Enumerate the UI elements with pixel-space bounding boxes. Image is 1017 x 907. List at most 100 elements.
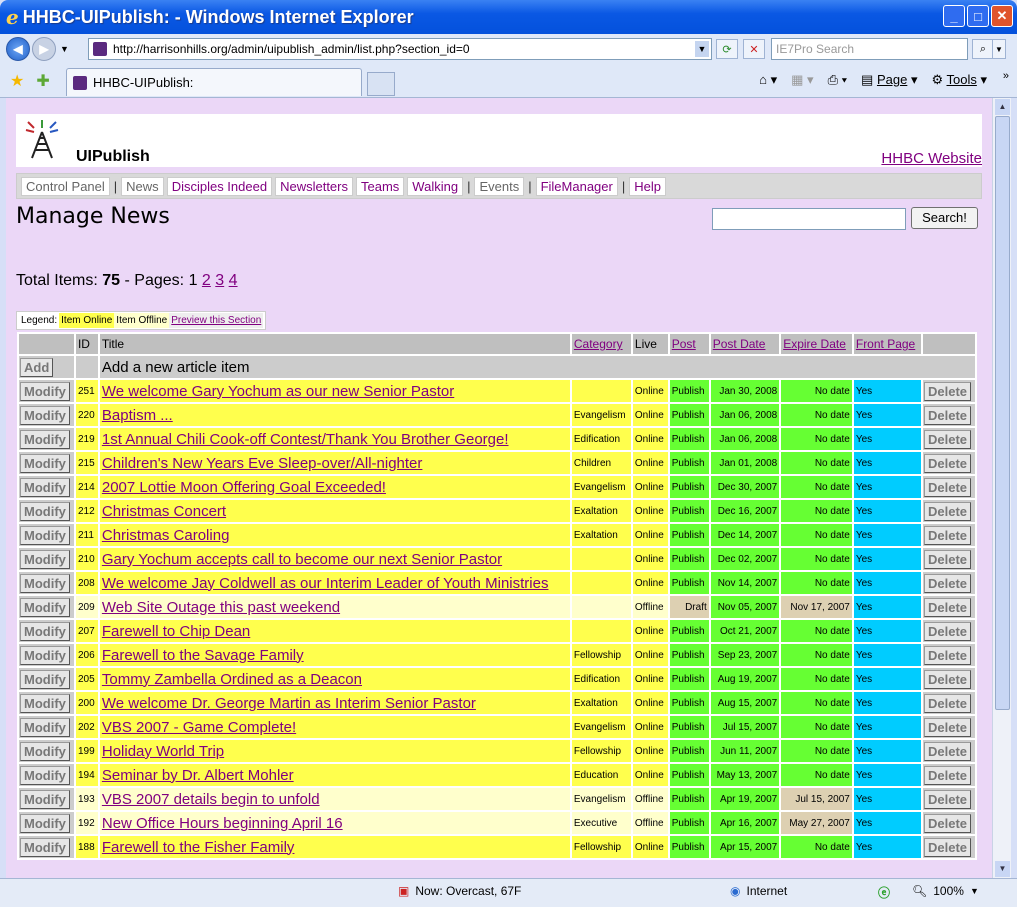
modify-button[interactable]: Modify <box>20 789 70 809</box>
col-post-date[interactable]: Post Date <box>710 334 780 354</box>
delete-button[interactable]: Delete <box>924 477 972 497</box>
add-favorites-icon[interactable]: ✚ <box>36 71 49 91</box>
article-title-link[interactable]: Children's New Years Eve Sleep-over/All-… <box>99 452 570 474</box>
delete-button[interactable]: Delete <box>924 765 972 785</box>
article-title-link[interactable]: 1st Annual Chili Cook-off Contest/Thank … <box>99 428 570 450</box>
article-title-link[interactable]: Farewell to the Fisher Family <box>99 836 570 858</box>
modify-button[interactable]: Modify <box>20 549 70 569</box>
stop-button[interactable]: ✕ <box>743 39 765 59</box>
modify-button[interactable]: Modify <box>20 621 70 641</box>
menu-item-walking[interactable]: Walking <box>407 176 464 196</box>
forward-button[interactable]: ▶ <box>32 37 56 61</box>
minimize-button[interactable]: _ <box>943 5 965 27</box>
delete-button[interactable]: Delete <box>924 789 972 809</box>
maximize-button[interactable]: □ <box>967 5 989 27</box>
modify-button[interactable]: Modify <box>20 573 70 593</box>
zoom-dropdown-icon[interactable]: ▼ <box>970 886 979 896</box>
article-title-link[interactable]: Seminar by Dr. Albert Mohler <box>99 764 570 786</box>
article-title-link[interactable]: Christmas Caroling <box>99 524 570 546</box>
modify-button[interactable]: Modify <box>20 693 70 713</box>
menu-item-disciples-indeed[interactable]: Disciples Indeed <box>166 176 273 196</box>
modify-button[interactable]: Modify <box>20 501 70 521</box>
refresh-button[interactable]: ⟳ <box>716 39 738 59</box>
delete-button[interactable]: Delete <box>924 813 972 833</box>
modify-button[interactable]: Modify <box>20 477 70 497</box>
print-icon[interactable]: ⎙ ▾ <box>828 72 847 88</box>
vertical-scrollbar[interactable]: ▲ ▼ <box>992 98 1011 878</box>
menu-item-control-panel[interactable]: Control Panel <box>21 176 110 196</box>
article-title-link[interactable]: Holiday World Trip <box>99 740 570 762</box>
modify-button[interactable]: Modify <box>20 453 70 473</box>
modify-button[interactable]: Modify <box>20 837 70 857</box>
delete-button[interactable]: Delete <box>924 621 972 641</box>
chevron-more-icon[interactable]: » <box>1003 70 1009 82</box>
scrollbar-thumb[interactable] <box>995 116 1010 710</box>
delete-button[interactable]: Delete <box>924 693 972 713</box>
article-title-link[interactable]: Web Site Outage this past weekend <box>99 596 570 618</box>
article-title-link[interactable]: Gary Yochum accepts call to become our n… <box>99 548 570 570</box>
article-title-link[interactable]: Christmas Concert <box>99 500 570 522</box>
search-button[interactable]: Search! <box>911 207 978 229</box>
article-title-link[interactable]: We welcome Dr. George Martin as Interim … <box>99 692 570 714</box>
modify-button[interactable]: Modify <box>20 597 70 617</box>
col-post[interactable]: Post <box>669 334 709 354</box>
tools-menu[interactable]: ⚙ Tools ▾ <box>931 72 987 88</box>
article-title-link[interactable]: Farewell to the Savage Family <box>99 644 570 666</box>
back-button[interactable]: ◀ <box>6 37 30 61</box>
delete-button[interactable]: Delete <box>924 669 972 689</box>
article-title-link[interactable]: Tommy Zambella Ordined as a Deacon <box>99 668 570 690</box>
url-dropdown-icon[interactable]: ▼ <box>695 41 709 57</box>
col-expire-date[interactable]: Expire Date <box>781 334 852 354</box>
scroll-up-icon[interactable]: ▲ <box>995 99 1010 115</box>
feeds-icon[interactable]: ▦ ▾ <box>791 72 813 88</box>
modify-button[interactable]: Modify <box>20 525 70 545</box>
delete-button[interactable]: Delete <box>924 429 972 449</box>
delete-button[interactable]: Delete <box>924 717 972 737</box>
article-title-link[interactable]: We welcome Gary Yochum as our new Senior… <box>99 380 570 402</box>
modify-button[interactable]: Modify <box>20 717 70 737</box>
article-search-input[interactable] <box>712 208 906 230</box>
tab-current[interactable]: HHBC-UIPublish: <box>66 68 362 96</box>
page-link-2[interactable]: 2 <box>202 272 211 289</box>
article-title-link[interactable]: We welcome Jay Coldwell as our Interim L… <box>99 572 570 594</box>
col-category[interactable]: Category <box>571 334 631 354</box>
modify-button[interactable]: Modify <box>20 405 70 425</box>
modify-button[interactable]: Modify <box>20 765 70 785</box>
delete-button[interactable]: Delete <box>924 837 972 857</box>
article-title-link[interactable]: New Office Hours beginning April 16 <box>99 812 570 834</box>
home-icon[interactable]: ⌂ ▾ <box>759 72 777 88</box>
delete-button[interactable]: Delete <box>924 573 972 593</box>
delete-button[interactable]: Delete <box>924 645 972 665</box>
page-link-3[interactable]: 3 <box>215 272 224 289</box>
delete-button[interactable]: Delete <box>924 549 972 569</box>
preview-section-link[interactable]: Preview this Section <box>169 313 264 328</box>
modify-button[interactable]: Modify <box>20 669 70 689</box>
article-title-link[interactable]: Baptism ... <box>99 404 570 426</box>
modify-button[interactable]: Modify <box>20 813 70 833</box>
favorites-star-icon[interactable]: ★ <box>10 71 24 91</box>
history-dropdown-icon[interactable]: ▼ <box>60 44 69 54</box>
modify-button[interactable]: Modify <box>20 741 70 761</box>
page-menu[interactable]: ▤ Page ▾ <box>861 72 917 88</box>
add-button[interactable]: Add <box>20 357 54 377</box>
page-link-4[interactable]: 4 <box>229 272 238 289</box>
website-link[interactable]: HHBC Website <box>881 150 982 167</box>
modify-button[interactable]: Modify <box>20 429 70 449</box>
menu-item-events[interactable]: Events <box>474 176 525 196</box>
menu-item-news[interactable]: News <box>121 176 164 196</box>
article-title-link[interactable]: VBS 2007 - Game Complete! <box>99 716 570 738</box>
menu-item-filemanager[interactable]: FileManager <box>535 176 618 196</box>
article-title-link[interactable]: Farewell to Chip Dean <box>99 620 570 642</box>
delete-button[interactable]: Delete <box>924 381 972 401</box>
scroll-down-icon[interactable]: ▼ <box>995 861 1010 877</box>
article-title-link[interactable]: 2007 Lottie Moon Offering Goal Exceeded! <box>99 476 570 498</box>
search-input[interactable]: IE7Pro Search <box>771 38 968 60</box>
delete-button[interactable]: Delete <box>924 501 972 521</box>
zoom-control[interactable]: 🔍︎ 100% ▼ <box>912 884 979 898</box>
menu-item-teams[interactable]: Teams <box>356 176 405 196</box>
menu-item-help[interactable]: Help <box>629 176 666 196</box>
search-options-icon[interactable]: ▼ <box>992 39 1006 59</box>
ie7pro-icon[interactable]: ⓔ <box>878 884 890 901</box>
delete-button[interactable]: Delete <box>924 453 972 473</box>
modify-button[interactable]: Modify <box>20 381 70 401</box>
